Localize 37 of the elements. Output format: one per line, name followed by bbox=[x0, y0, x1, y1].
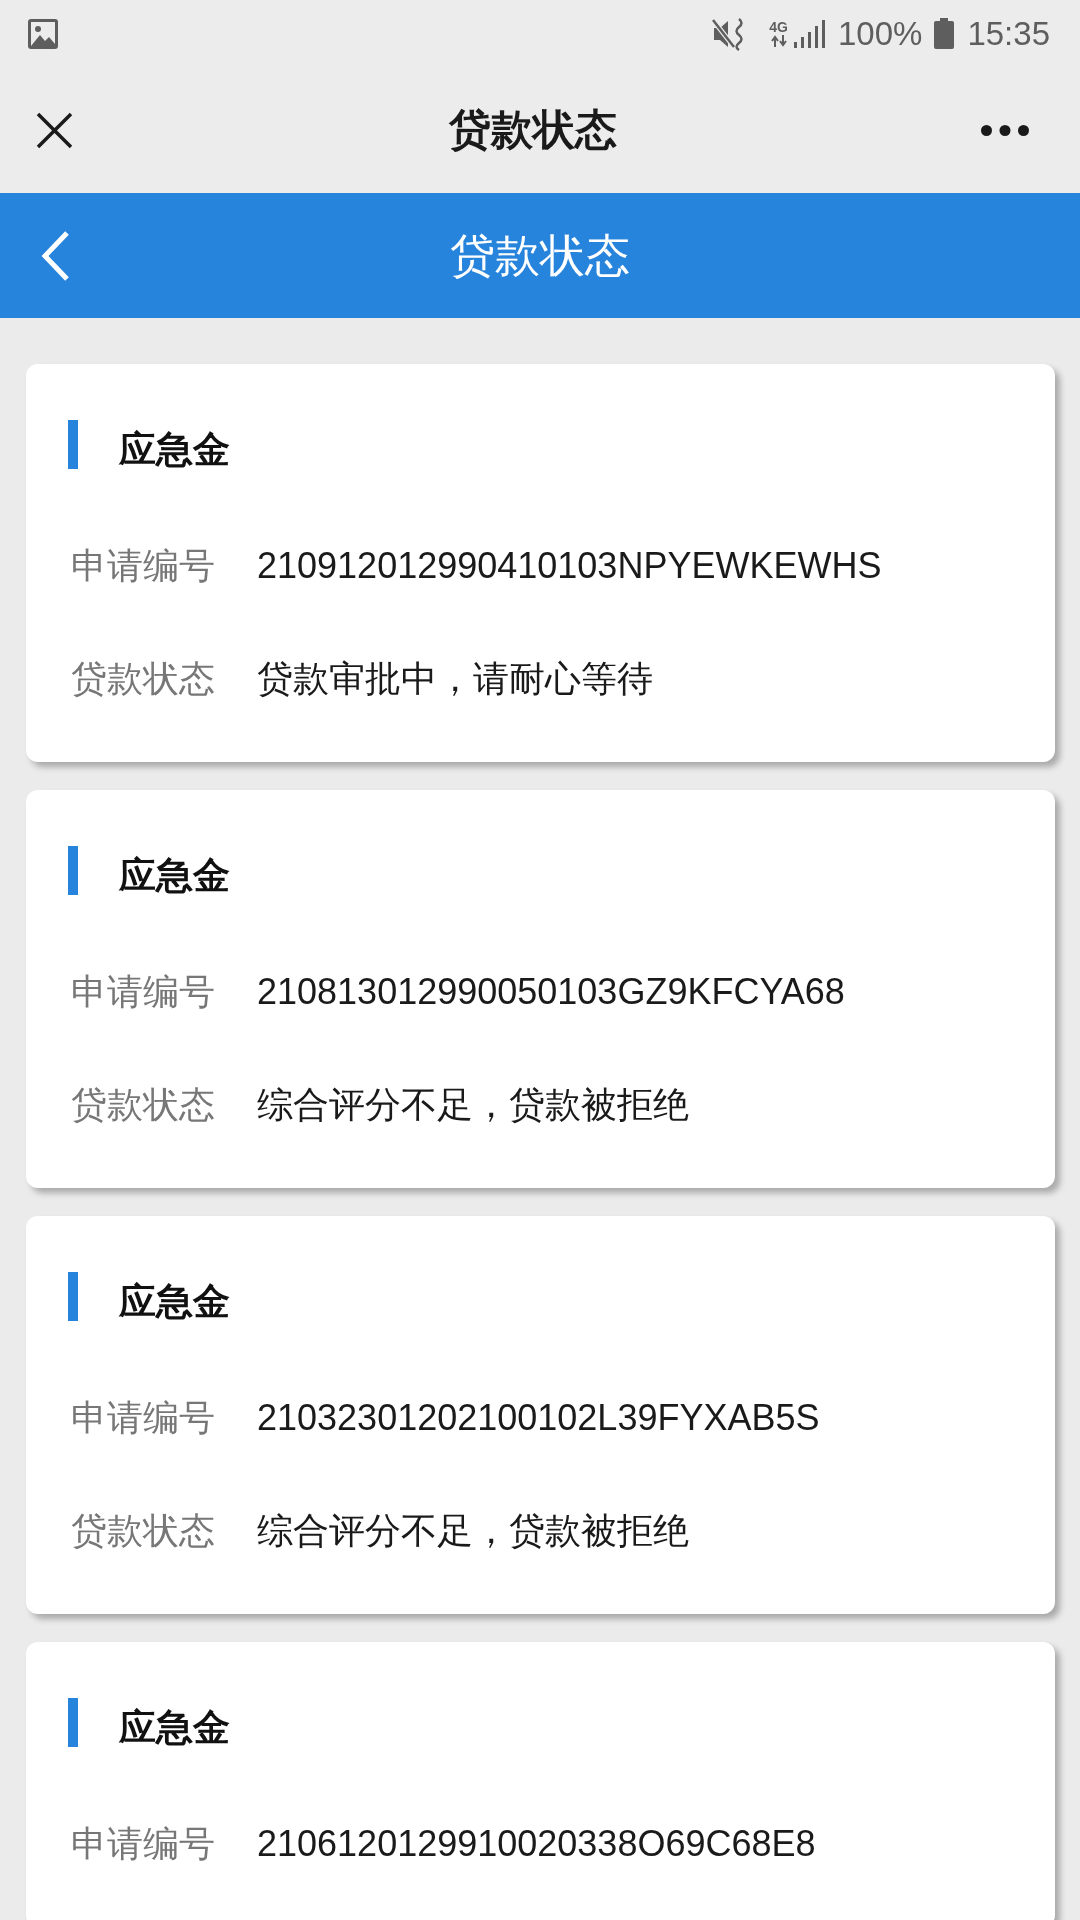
nav-title: 贷款状态 bbox=[448, 104, 617, 156]
field-label: 贷款状态 bbox=[70, 1508, 216, 1553]
image-icon bbox=[28, 18, 58, 49]
data-arrows-icon bbox=[770, 35, 787, 47]
field-value: 2106120129910020338O69C68E8 bbox=[257, 1821, 816, 1866]
card-title: 应急金 bbox=[119, 1704, 230, 1751]
field-value: 综合评分不足，贷款被拒绝 bbox=[257, 1508, 689, 1553]
card-title: 应急金 bbox=[119, 852, 230, 899]
back-icon bbox=[40, 229, 70, 282]
close-button[interactable] bbox=[36, 111, 73, 149]
network-type: 4G bbox=[769, 20, 788, 34]
title-accent-bar bbox=[68, 1271, 78, 1321]
title-accent-bar bbox=[68, 419, 78, 469]
battery-icon bbox=[934, 18, 955, 49]
back-button[interactable] bbox=[40, 229, 70, 282]
title-accent-bar bbox=[68, 845, 78, 895]
field-label: 申请编号 bbox=[70, 969, 216, 1014]
close-icon bbox=[36, 111, 73, 149]
clock-time: 15:35 bbox=[967, 17, 1050, 50]
battery-percent: 100% bbox=[838, 17, 923, 50]
signal-icon bbox=[794, 19, 826, 48]
field-label: 申请编号 bbox=[70, 1821, 216, 1866]
more-icon bbox=[981, 124, 1029, 136]
card-title: 应急金 bbox=[119, 426, 230, 473]
field-value: 综合评分不足，贷款被拒绝 bbox=[257, 1082, 689, 1127]
field-label: 申请编号 bbox=[70, 1395, 216, 1440]
field-value: 210813012990050103GZ9KFCYA68 bbox=[257, 969, 845, 1014]
field-label: 申请编号 bbox=[70, 543, 216, 588]
header-title: 贷款状态 bbox=[450, 228, 630, 283]
field-label: 贷款状态 bbox=[70, 1082, 216, 1127]
field-value: 21032301202100102L39FYXAB5S bbox=[257, 1395, 820, 1440]
title-accent-bar bbox=[68, 1697, 78, 1747]
field-label: 贷款状态 bbox=[70, 656, 216, 701]
more-button[interactable] bbox=[981, 124, 1029, 136]
field-value: 210912012990410103NPYEWKEWHS bbox=[257, 543, 882, 588]
field-value: 贷款审批中，请耐心等待 bbox=[257, 656, 653, 701]
card-title: 应急金 bbox=[119, 1278, 230, 1325]
